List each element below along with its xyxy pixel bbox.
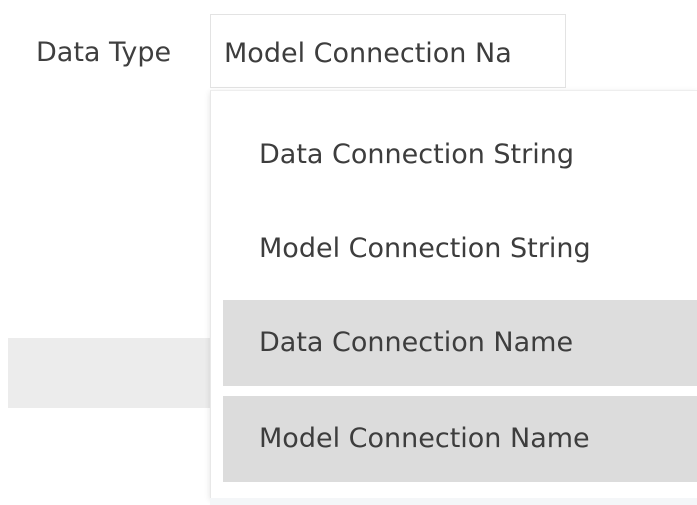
data-type-form: Data Type Model Connection Na Data Conne… [0,0,697,505]
option-model-connection-string[interactable]: Model Connection String [223,206,697,292]
option-data-connection-name[interactable]: Data Connection Name [223,300,697,386]
data-type-selected-value: Model Connection Na [224,38,512,69]
data-type-combobox[interactable]: Model Connection Na [210,14,566,88]
background-panel-strip [8,338,213,408]
option-data-connection-string[interactable]: Data Connection String [223,112,697,198]
dropdown-bottom-edge [210,498,697,505]
data-type-dropdown-list: Data Connection String Model Connection … [210,90,697,498]
data-type-label: Data Type [36,37,172,68]
option-model-connection-name[interactable]: Model Connection Name [223,396,697,482]
